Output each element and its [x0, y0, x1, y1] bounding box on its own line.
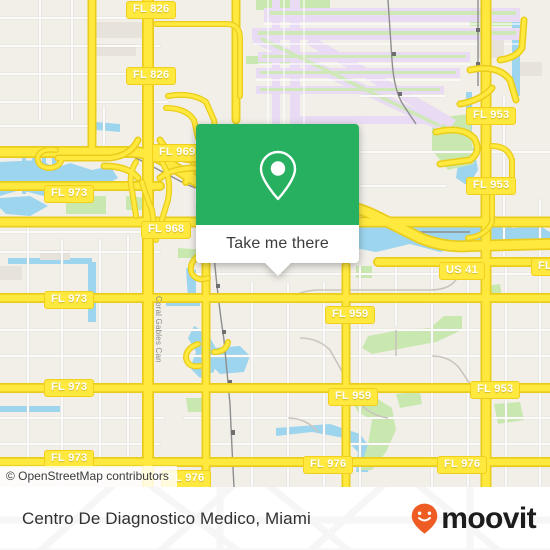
- callout-pointer: [264, 263, 291, 276]
- road-shield: FL 973: [44, 291, 95, 309]
- road-shield: FL 953: [531, 258, 550, 276]
- moovit-logo: moovit: [411, 501, 537, 535]
- road-shield: FL 973: [44, 379, 95, 397]
- map-canvas[interactable]: FL 826 FL 826 FL 969 FL 968 FL 973 FL 97…: [0, 0, 550, 487]
- street-label-vertical: Coral Gables Can: [154, 296, 163, 363]
- footer-bar: Centro De Diagnostico Medico, Miami moov…: [0, 487, 550, 550]
- map-screenshot: FL 826 FL 826 FL 969 FL 968 FL 973 FL 97…: [0, 0, 550, 550]
- road-shield: FL 968: [141, 221, 192, 239]
- page-title: Centro De Diagnostico Medico, Miami: [22, 508, 311, 528]
- road-shield: FL 959: [325, 306, 376, 324]
- road-shield: FL 953: [466, 107, 517, 125]
- road-shield: FL 976: [303, 456, 354, 474]
- take-me-there-label: Take me there: [226, 235, 329, 252]
- road-shield: FL 826: [126, 1, 177, 19]
- callout-image-area: [196, 124, 359, 225]
- road-shield: FL 969: [152, 144, 203, 162]
- place-callout-card[interactable]: Take me there: [196, 124, 359, 276]
- road-shield: FL 976: [437, 456, 488, 474]
- take-me-there-button[interactable]: Take me there: [196, 225, 359, 263]
- road-shield: US 41: [439, 262, 486, 280]
- road-shield: FL 953: [470, 381, 521, 399]
- road-shield: FL 973: [44, 185, 95, 203]
- road-shield: FL 959: [328, 388, 379, 406]
- osm-attribution: © OpenStreetMap contributors: [0, 466, 177, 487]
- road-shield: FL 953: [466, 177, 517, 195]
- moovit-wordmark: moovit: [441, 501, 536, 535]
- moovit-smiley-pin-icon: [411, 503, 438, 534]
- road-shield: FL 826: [126, 67, 177, 85]
- map-pin-icon: [259, 150, 296, 200]
